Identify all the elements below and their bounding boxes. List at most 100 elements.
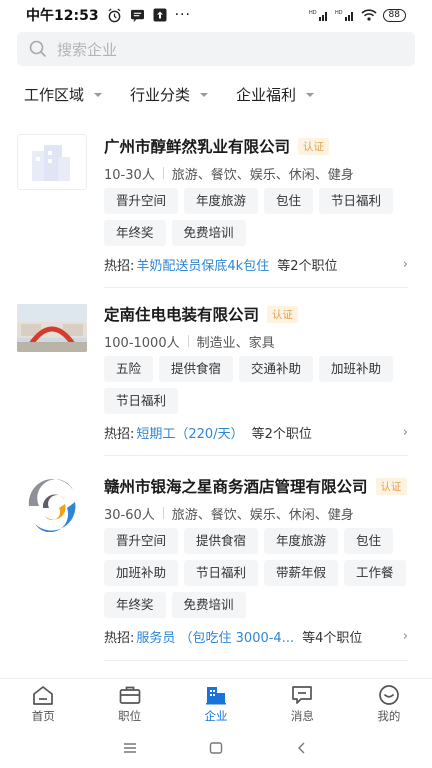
home-button-icon[interactable] (208, 741, 224, 755)
verified-badge: 认证 (298, 137, 330, 155)
more-notifications-icon: ··· (174, 7, 191, 23)
company-logo-placeholder-icon (17, 134, 87, 190)
tab-label: 企业 (204, 708, 228, 723)
company-card[interactable]: 定南住电电装有限公司 认证 100-1000人 制造业、家具 五险 提供食宿 交… (0, 292, 432, 452)
hot-job-link[interactable]: 羊奶配送员保底4k包住 (136, 255, 269, 274)
filter-label: 行业分类 (130, 85, 191, 104)
tab-label: 首页 (31, 708, 55, 723)
message-icon (292, 685, 313, 704)
caret-down-icon (200, 93, 209, 97)
hot-job-count: 等2个职位 (251, 426, 312, 442)
caret-down-icon (306, 93, 315, 97)
tab-home[interactable]: 首页 (0, 679, 86, 728)
hot-label: 热招: (104, 426, 135, 442)
svg-text:HD: HD (335, 10, 343, 16)
chevron-right-icon: › (402, 628, 408, 644)
benefit-tag: 加班补助 (319, 356, 394, 382)
tab-messages[interactable]: 消息 (259, 679, 345, 728)
benefit-tag: 五险 (104, 356, 154, 382)
company-name: 广州市醇鲜然乳业有限公司 (104, 138, 291, 156)
verified-badge: 认证 (375, 477, 407, 495)
benefit-tag: 带薪年假 (264, 560, 339, 586)
filter-label: 企业福利 (236, 85, 297, 104)
company-name: 赣州市银海之星商务酒店管理有限公司 (104, 478, 368, 496)
chevron-right-icon: › (402, 424, 408, 440)
benefit-tag: 年度旅游 (184, 188, 259, 214)
bottom-tab-bar: 首页 职位 企业 消息 我的 (0, 678, 432, 728)
tab-label: 我的 (377, 708, 401, 723)
company-logo-image (17, 304, 87, 352)
company-size: 30-60人 (104, 507, 155, 523)
tab-label: 消息 (290, 708, 314, 723)
company-icon (206, 686, 227, 704)
alarm-icon (108, 7, 121, 22)
benefit-tag: 年度旅游 (264, 528, 339, 554)
benefit-tag: 年终奖 (104, 592, 166, 618)
benefit-tag: 免费培训 (171, 220, 246, 246)
benefit-tag: 年终奖 (104, 220, 166, 246)
signal-hd-icon: HD (309, 10, 327, 21)
company-card[interactable]: 广州市醇鲜然乳业有限公司 认证 10-30人 旅游、餐饮、娱乐、休闲、健身 晋升… (0, 124, 432, 288)
svg-text:HD: HD (309, 10, 317, 16)
card-divider (104, 455, 408, 456)
hot-job-link[interactable]: 短期工（220/天） (136, 423, 243, 442)
briefcase-icon (119, 686, 140, 704)
status-time: 中午12:53 (26, 8, 99, 24)
wifi-icon (360, 9, 377, 21)
benefit-tag: 包住 (344, 528, 394, 554)
chevron-right-icon: › (402, 256, 408, 272)
company-logo-swirl-icon (17, 476, 87, 533)
card-divider (104, 660, 408, 661)
home-icon (33, 685, 54, 705)
caret-down-icon (94, 93, 103, 97)
tab-jobs[interactable]: 职位 (86, 679, 172, 728)
status-bar: 中午12:53 ··· HD HD 88 (0, 0, 432, 30)
tab-profile[interactable]: 我的 (346, 679, 432, 728)
tab-companies[interactable]: 企业 (173, 679, 259, 728)
benefit-tag: 晋升空间 (104, 528, 179, 554)
search-placeholder: 搜索企业 (57, 40, 118, 59)
hot-job-count: 等2个职位 (277, 258, 338, 274)
company-card[interactable]: 赣州市银海之星商务酒店管理有限公司 认证 30-60人 旅游、餐饮、娱乐、休闲、… (0, 460, 432, 660)
benefit-tag: 包住 (264, 188, 314, 214)
benefit-tag: 提供食宿 (159, 356, 234, 382)
menu-icon[interactable] (122, 741, 138, 755)
search-bar[interactable]: 搜索企业 (17, 32, 415, 66)
benefit-tag: 节日福利 (184, 560, 259, 586)
company-size: 10-30人 (104, 167, 155, 183)
company-industry: 制造业、家具 (196, 335, 275, 351)
company-name: 定南住电电装有限公司 (104, 306, 260, 324)
filter-label: 工作区域 (24, 85, 85, 104)
card-divider (104, 287, 408, 288)
filter-benefits[interactable]: 企业福利 (236, 84, 315, 105)
benefit-tag: 晋升空间 (104, 188, 179, 214)
company-industry: 旅游、餐饮、娱乐、休闲、健身 (171, 507, 354, 523)
filter-work-area[interactable]: 工作区域 (24, 84, 103, 105)
filter-industry[interactable]: 行业分类 (130, 84, 209, 105)
back-icon[interactable] (294, 741, 310, 755)
meta-divider (162, 167, 164, 179)
hot-jobs-row[interactable]: 热招: 羊奶配送员保底4k包住 等2个职位 › (104, 254, 408, 274)
benefit-tag: 免费培训 (171, 592, 246, 618)
hot-label: 热招: (104, 258, 135, 274)
filter-bar: 工作区域 行业分类 企业福利 (0, 76, 432, 112)
upload-notification-icon (153, 8, 167, 22)
benefit-tag: 加班补助 (104, 560, 179, 586)
benefit-tag: 交通补助 (239, 356, 314, 382)
chat-notification-icon (130, 9, 144, 22)
hot-jobs-row[interactable]: 热招: 短期工（220/天） 等2个职位 › (104, 422, 408, 442)
system-nav-bar (0, 728, 432, 768)
benefit-tag: 节日福利 (104, 388, 179, 414)
hot-job-count: 等4个职位 (302, 630, 363, 646)
company-size: 100-1000人 (104, 335, 180, 351)
benefit-tag: 节日福利 (319, 188, 394, 214)
signal-hd-icon-2: HD (335, 10, 353, 21)
benefit-tag: 提供食宿 (184, 528, 259, 554)
hot-job-link[interactable]: 服务员 （包吃住 3000-4... (136, 627, 294, 646)
search-icon (29, 40, 47, 58)
tab-label: 职位 (118, 708, 142, 723)
hot-jobs-row[interactable]: 热招: 服务员 （包吃住 3000-4... 等4个职位 › (104, 626, 408, 646)
hot-label: 热招: (104, 630, 135, 646)
verified-badge: 认证 (267, 305, 299, 323)
company-industry: 旅游、餐饮、娱乐、休闲、健身 (171, 167, 354, 183)
